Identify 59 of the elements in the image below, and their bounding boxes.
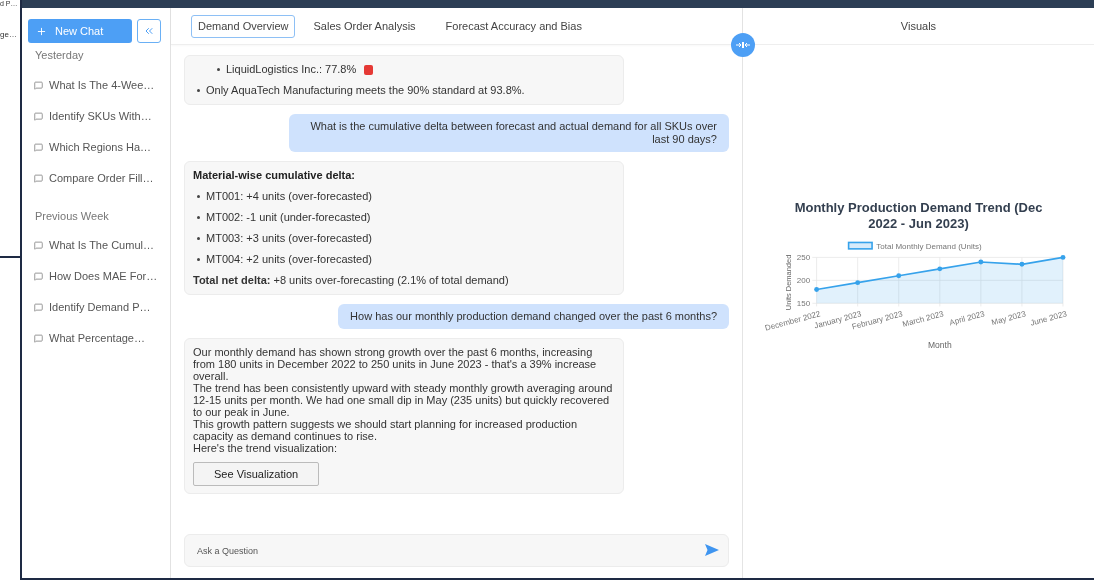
x-tick-label: April 2023 xyxy=(948,309,986,328)
resize-handle[interactable] xyxy=(731,33,755,57)
chat-history-item[interactable]: Identify Demand P… xyxy=(28,292,170,323)
chat-history-item[interactable]: What Is The 4-Wee… xyxy=(28,69,170,101)
chat-history-item[interactable]: Identify SKUs With… xyxy=(28,100,170,132)
section-heading: Previous Week xyxy=(34,208,110,224)
message-paragraph: Our monthly demand has shown strong growth over the past 6 months, increasing from 180 units in December 2022 to 250 units in June 2023 - that's a 39% increase overall. xyxy=(193,346,598,382)
chart-title: Monthly Production Demand Trend (Dec 2022 - Jun 2023) xyxy=(793,200,1044,232)
message-paragraph: The trend has been consistently upward with steady monthly growth averaging around 12-15 units per month. We had one small dip in May (235 units) but quickly recovered to our peak in June. xyxy=(193,382,614,418)
data-point xyxy=(813,287,819,292)
user-message: How has our monthly production demand changed over the past 6 months? xyxy=(338,304,729,329)
legend-swatch xyxy=(847,241,873,250)
chat-icon xyxy=(34,241,43,250)
list-item-text: MT002: -1 unit (under-forecasted) xyxy=(206,211,371,224)
tab[interactable]: Forecast Accuracy and Bias xyxy=(438,14,589,38)
tab[interactable]: Demand Overview xyxy=(191,14,296,38)
message-heading: Material-wise cumulative delta: xyxy=(193,169,356,182)
list-item-text: LiquidLogistics Inc.: 77.8% xyxy=(226,63,357,76)
collapse-arrows-icon xyxy=(736,41,750,49)
chat-history-item[interactable]: Which Regions Ha… xyxy=(28,131,170,163)
x-axis-label: Month xyxy=(927,340,952,351)
list-item-text: MT003: +3 units (over-forecasted) xyxy=(206,232,372,245)
chat-history-item[interactable]: What Percentage… xyxy=(28,323,170,354)
y-axis-label: Units Demanded xyxy=(783,254,793,311)
section-heading: Yesterday xyxy=(34,48,85,63)
plus-icon xyxy=(36,25,47,37)
chat-icon xyxy=(34,334,43,343)
chat-history-item[interactable]: How Does MAE For… xyxy=(28,261,170,292)
send-icon[interactable] xyxy=(705,544,719,556)
data-point xyxy=(895,273,901,279)
chat-icon xyxy=(34,142,43,152)
chat-icon xyxy=(34,80,43,90)
chevrons-left-icon xyxy=(143,25,155,37)
x-tick-label: June 2023 xyxy=(1028,309,1068,328)
message-paragraph: Total net delta: +8 units over-forecasting (2.1% of total demand) xyxy=(193,274,510,287)
data-point xyxy=(1019,261,1024,267)
chat-history-item[interactable]: What Is The Cumul… xyxy=(28,230,170,261)
list-item-text: MT001: +4 units (over-forecasted) xyxy=(206,190,372,203)
list-item-text: Only AquaTech Manufacturing meets the 90% standard at 93.8%. xyxy=(206,84,525,97)
x-tick-label: May 2023 xyxy=(989,309,1027,328)
chat-history-item[interactable]: Compare Order Fill… xyxy=(28,162,170,194)
collapse-sidebar-button[interactable] xyxy=(137,19,161,43)
list-item-text: MT004: +2 units (over-forecasted) xyxy=(206,253,372,266)
question-input-field[interactable]: Ask a Question xyxy=(184,534,729,567)
user-message: What is the cumulative delta between forecast and actual demand for all SKUs over last 90 days? xyxy=(289,114,729,152)
chat-icon xyxy=(34,111,43,121)
chat-icon xyxy=(34,272,43,281)
chat-icon xyxy=(34,303,43,312)
tab[interactable]: Sales Order Analysis xyxy=(306,14,423,38)
background-window-text: ge… xyxy=(0,30,18,40)
data-point xyxy=(936,266,942,272)
data-point xyxy=(977,259,983,265)
message-paragraph: This growth pattern suggests we should start planning for increased production capacity as demand continues to rise. xyxy=(193,418,578,442)
chat-icon xyxy=(34,173,43,183)
data-point xyxy=(854,280,860,286)
see-visualization-button[interactable]: See Visualization xyxy=(193,462,320,486)
data-point xyxy=(1060,254,1065,260)
panel-title: Visuals xyxy=(743,8,1094,45)
message-paragraph: Here's the trend visualization: xyxy=(193,442,338,454)
